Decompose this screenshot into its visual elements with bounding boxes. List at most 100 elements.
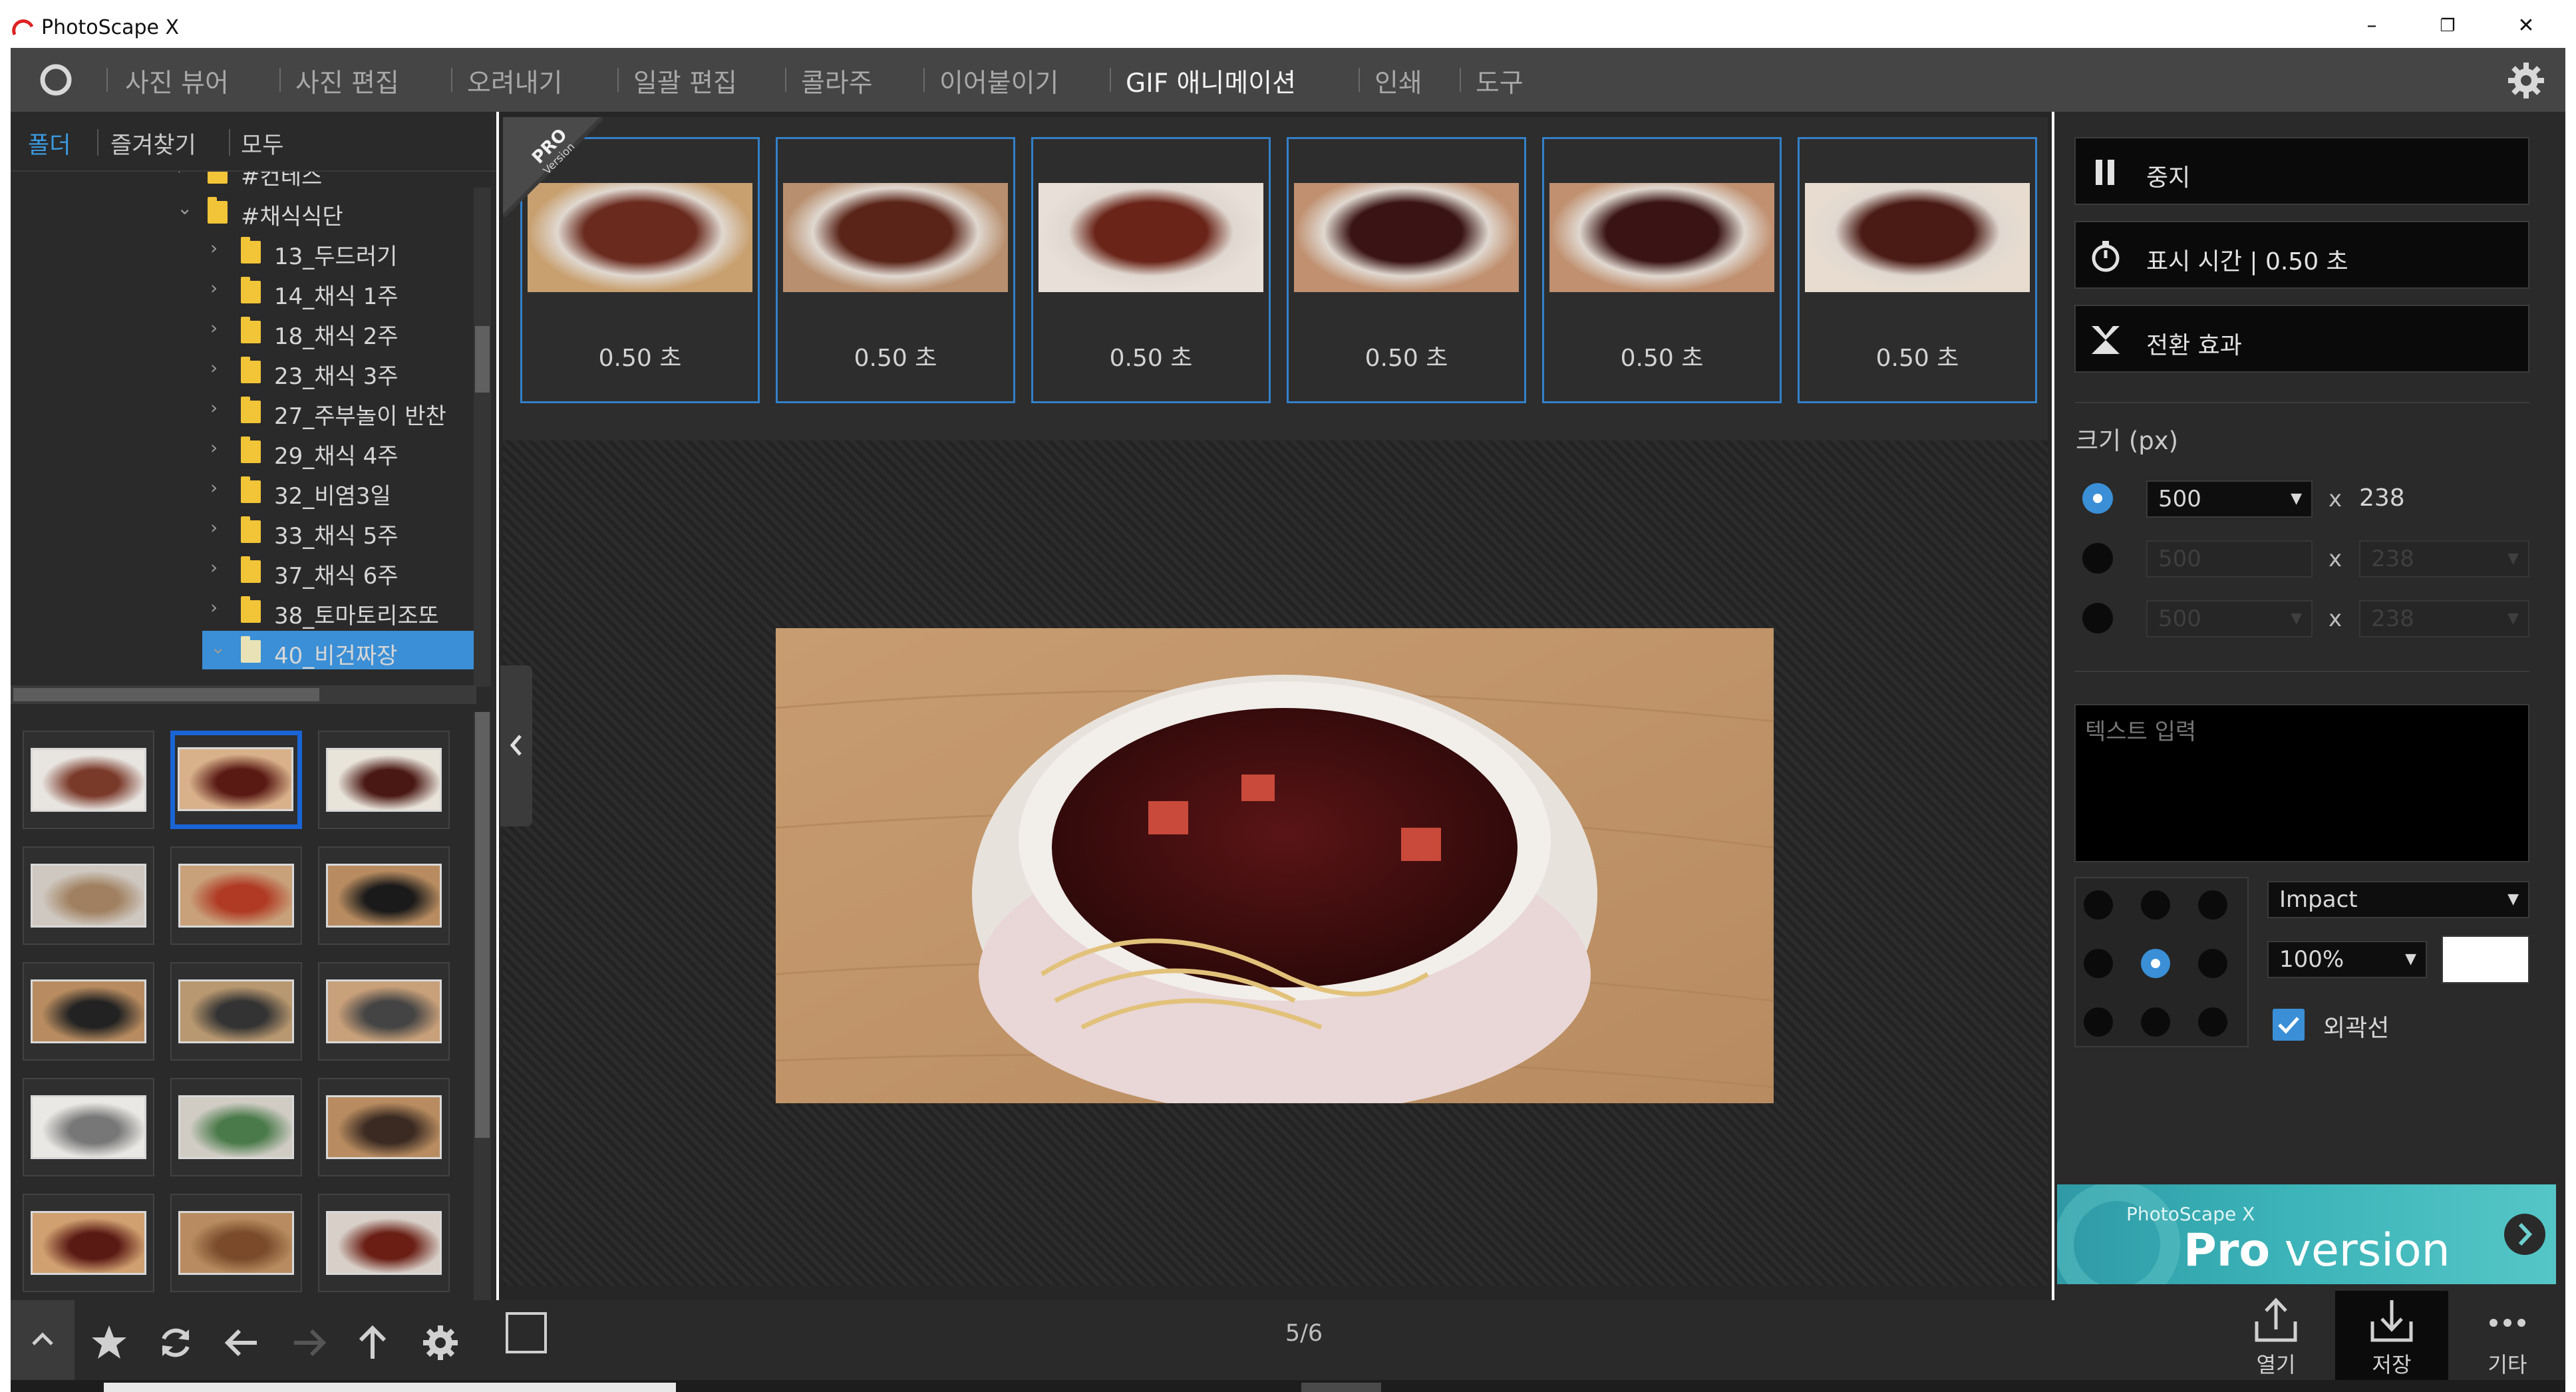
collapse-left-button[interactable] [500, 665, 532, 826]
display-time-button[interactable]: 표시 시간 | 0.50 초 [2074, 221, 2529, 289]
chevron-right-icon[interactable]: › [210, 277, 218, 299]
thumbnail[interactable] [170, 731, 302, 829]
tree-scrollbar-thumb[interactable] [475, 326, 490, 393]
collapse-panel-button[interactable] [11, 1300, 75, 1380]
tree-item[interactable]: › 37_채식 6주 [11, 551, 476, 590]
transition-effect-button[interactable]: 전환 효과 [2074, 305, 2529, 373]
settings-gear-icon[interactable] [2507, 61, 2545, 100]
size-width-select-0[interactable]: 500 ▼ [2146, 480, 2313, 518]
nav-item-1[interactable]: 사진 편집 [295, 63, 399, 100]
chevron-down-icon[interactable]: ⌄ [210, 636, 226, 658]
close-button[interactable]: ✕ [2496, 9, 2556, 43]
tree-item[interactable]: › 38_토마토리조또 [11, 591, 476, 629]
chevron-down-icon[interactable]: ⌄ [177, 197, 192, 219]
thumbnail[interactable] [318, 731, 450, 829]
tree-item[interactable]: › 29_채식 4주 [11, 431, 476, 470]
restore-button[interactable]: ❐ [2418, 9, 2478, 43]
thumbnail[interactable] [318, 1078, 450, 1176]
text-position-option[interactable] [2198, 1007, 2227, 1037]
size-height-select-2[interactable]: 238 ▼ [2359, 600, 2529, 637]
outline-checkbox[interactable] [2273, 1009, 2305, 1041]
nav-item-5[interactable]: 이어붙이기 [939, 63, 1058, 100]
thumbnail[interactable] [23, 962, 154, 1061]
chevron-right-icon[interactable]: › [210, 357, 218, 379]
nav-item-2[interactable]: 오려내기 [467, 63, 563, 100]
thumbnail[interactable] [170, 962, 302, 1061]
pro-banner-go-button[interactable] [2504, 1214, 2545, 1255]
tree-scrollbar[interactable] [474, 188, 491, 687]
tree-item[interactable]: › #컨테스 [11, 172, 476, 190]
forward-arrow-icon[interactable] [289, 1323, 329, 1363]
tree-item[interactable]: › 14_채식 1주 [11, 271, 476, 310]
thumbnail[interactable] [23, 1194, 154, 1292]
thumbnail[interactable] [170, 1078, 302, 1176]
nav-item-6[interactable]: GIF 애니메이션 [1126, 63, 1296, 100]
tree-horizontal-scrollbar-thumb[interactable] [13, 688, 319, 701]
nav-item-8[interactable]: 도구 [1476, 63, 1524, 100]
tree-item[interactable]: › 27_주부놀이 반찬 [11, 391, 476, 430]
more-action[interactable]: 기타 [2451, 1291, 2564, 1384]
size-radio-2[interactable] [2082, 603, 2113, 633]
nav-item-0[interactable]: 사진 뷰어 [125, 63, 229, 100]
chevron-right-icon[interactable]: › [210, 436, 218, 458]
chevron-right-icon[interactable]: › [210, 556, 218, 578]
font-select[interactable]: Impact ▼ [2267, 881, 2529, 918]
save-action[interactable]: 저장 [2335, 1291, 2448, 1384]
scale-select[interactable]: 100% ▼ [2267, 941, 2427, 978]
thumbnail[interactable] [318, 1194, 450, 1292]
chevron-right-icon[interactable]: › [210, 237, 218, 259]
animation-frame[interactable]: 0.50 초 [1542, 137, 1782, 403]
chevron-right-icon[interactable]: › [210, 317, 218, 339]
back-arrow-icon[interactable] [222, 1323, 262, 1363]
text-color-swatch[interactable] [2442, 936, 2529, 983]
fit-view-icon[interactable] [506, 1312, 547, 1353]
tab-favorites[interactable]: 즐겨찾기 [110, 126, 196, 160]
animation-frame[interactable]: 0.50 초 [1287, 137, 1526, 403]
text-input[interactable] [2074, 704, 2529, 862]
text-position-option[interactable] [2084, 890, 2113, 920]
pause-button[interactable]: 중지 [2074, 137, 2529, 205]
animation-frame[interactable]: 0.50 초 [1031, 137, 1271, 403]
animation-frame[interactable]: 0.50 초 [1798, 137, 2037, 403]
tree-item[interactable]: › 23_채식 3주 [11, 351, 476, 390]
tree-item[interactable]: › 13_두드러기 [11, 232, 476, 270]
nav-item-7[interactable]: 인쇄 [1374, 63, 1422, 100]
animation-frame[interactable]: 0.50 초 [776, 137, 1015, 403]
tree-item[interactable]: ⌄ 40_비건짜장 [11, 631, 476, 669]
tab-all[interactable]: 모두 [241, 126, 283, 160]
thumbnail[interactable] [170, 846, 302, 945]
thumbnail[interactable] [23, 846, 154, 945]
grid-scrollbar-thumb[interactable] [475, 712, 490, 1138]
folder-settings-gear-icon[interactable] [420, 1323, 460, 1363]
text-position-option[interactable] [2141, 1007, 2170, 1037]
open-action[interactable]: 열기 [2219, 1291, 2333, 1384]
nav-item-4[interactable]: 콜라주 [801, 63, 873, 100]
size-height-select-1[interactable]: 238 ▼ [2359, 540, 2529, 578]
pro-version-banner[interactable]: PhotoScape X Pro version [2057, 1184, 2556, 1284]
text-position-option[interactable] [2084, 1007, 2113, 1037]
refresh-icon[interactable] [156, 1323, 196, 1363]
thumbnail[interactable] [23, 1078, 154, 1176]
chevron-right-icon[interactable]: › [210, 476, 218, 498]
chevron-right-icon[interactable]: › [210, 516, 218, 538]
up-arrow-icon[interactable] [353, 1323, 393, 1363]
tree-item[interactable]: › 18_채식 2주 [11, 311, 476, 350]
tree-horizontal-scrollbar[interactable] [11, 685, 476, 704]
text-position-option[interactable] [2198, 949, 2227, 978]
chevron-right-icon[interactable]: › [210, 397, 218, 419]
tab-folder[interactable]: 폴더 [28, 126, 71, 160]
nav-item-3[interactable]: 일괄 편집 [633, 63, 737, 100]
thumbnail[interactable] [23, 731, 154, 829]
tree-item[interactable]: › 32_비염3일 [11, 471, 476, 510]
star-icon[interactable] [89, 1323, 129, 1363]
minimize-button[interactable]: – [2342, 9, 2402, 43]
tree-item[interactable]: ⌄ #채식식단 [11, 192, 476, 230]
home-icon[interactable] [37, 61, 75, 98]
size-radio-0[interactable] [2082, 483, 2113, 514]
tree-item[interactable]: › 33_채식 5주 [11, 511, 476, 550]
thumbnail[interactable] [318, 846, 450, 945]
thumbnail[interactable] [318, 962, 450, 1061]
text-position-option[interactable] [2198, 890, 2227, 920]
size-width-select-2[interactable]: 500 ▼ [2146, 600, 2313, 637]
chevron-right-icon[interactable]: › [177, 172, 184, 179]
